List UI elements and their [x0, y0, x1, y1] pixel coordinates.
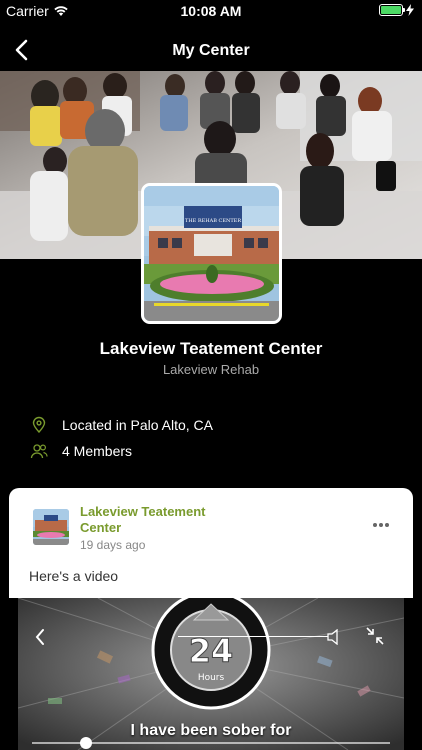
location-row: Located in Palo Alto, CA: [30, 416, 213, 434]
exit-fullscreen-icon[interactable]: [365, 626, 385, 646]
status-bar: Carrier 10:08 AM: [0, 0, 422, 22]
rehab-building-image: THE REHAB CENTER: [144, 186, 279, 321]
building-sign: THE REHAB CENTER: [185, 218, 241, 224]
volume-icon[interactable]: [326, 629, 340, 645]
nav-bar: My Center: [0, 30, 422, 70]
status-right: [379, 4, 414, 16]
avatar-building-image: [33, 509, 69, 545]
location-text: Located in Palo Alto, CA: [62, 417, 213, 433]
volume-slider[interactable]: [178, 636, 328, 637]
post-timestamp: 19 days ago: [80, 538, 146, 552]
battery-icon: [379, 4, 405, 16]
center-subtitle: Lakeview Rehab: [162, 362, 260, 377]
video-scrubber[interactable]: [32, 737, 390, 749]
battery-level: [381, 6, 401, 14]
members-row[interactable]: 4 Members: [30, 442, 132, 460]
members-icon: [30, 444, 48, 459]
location-pin-icon: [32, 416, 46, 434]
sober-badge-unit: Hours: [198, 673, 225, 683]
center-name: Lakeview Teatement Center: [99, 339, 323, 358]
post-author-avatar[interactable]: [33, 509, 69, 545]
charging-bolt-icon: [406, 4, 414, 16]
post-author-name[interactable]: Lakeview Teatement Center: [80, 504, 230, 536]
scrubber-knob[interactable]: [79, 737, 92, 749]
post-card: Lakeview Teatement Center 19 days ago He…: [9, 488, 413, 598]
members-text: 4 Members: [62, 443, 133, 459]
status-time: 10:08 AM: [180, 3, 242, 19]
video-back-icon[interactable]: [34, 628, 46, 646]
post-text: Here's a video: [29, 568, 119, 584]
center-profile-photo[interactable]: THE REHAB CENTER: [141, 183, 282, 324]
page-title: My Center: [172, 42, 250, 59]
video-player[interactable]: 24 Hours I have been sober for: [18, 598, 404, 750]
more-options-icon[interactable]: [371, 522, 391, 528]
sober-badge-number: 24: [189, 632, 234, 670]
video-caption: I have been sober for: [130, 722, 292, 739]
